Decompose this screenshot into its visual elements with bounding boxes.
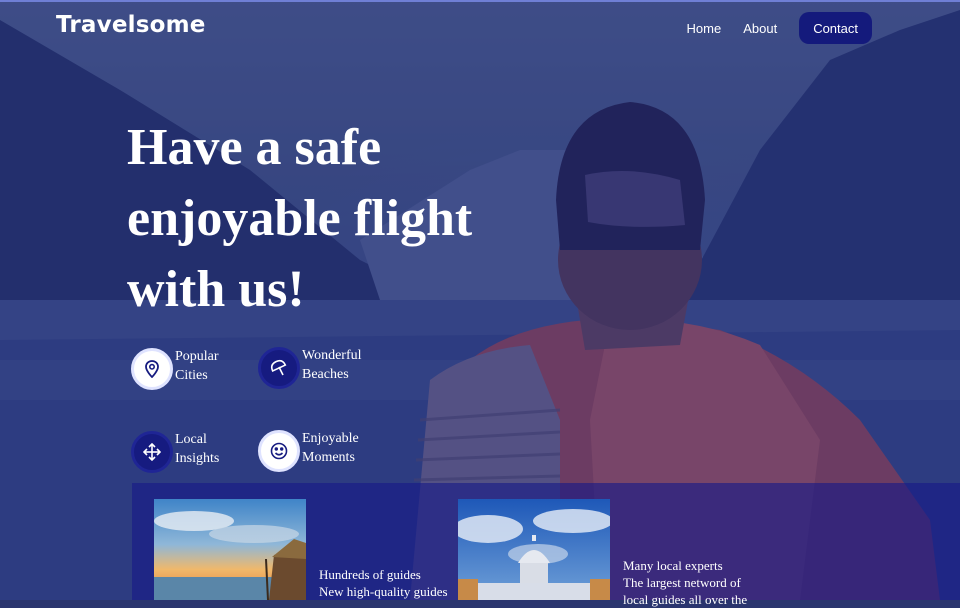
- feature-label-line: Insights: [175, 451, 220, 466]
- hero-headline: Have a safe enjoyable flight with us!: [127, 112, 527, 325]
- feature-wonderful-beaches[interactable]: Wonderful Beaches: [258, 347, 392, 389]
- feature-popular-cities[interactable]: Popular Cities: [131, 348, 265, 390]
- caption-line: Hundreds of guides: [319, 567, 421, 582]
- main-nav: Home About Contact: [687, 12, 872, 44]
- map-pin-icon: [131, 348, 173, 390]
- feature-label-line: Wonderful: [302, 348, 362, 363]
- feature-label-line: Enjoyable: [302, 431, 359, 446]
- feature-label: Popular Cities: [175, 347, 265, 385]
- card-2-caption: Many local experts The largest netword o…: [623, 557, 747, 608]
- feature-label-line: Popular: [175, 349, 219, 364]
- top-border: [0, 0, 960, 2]
- caption-line: The largest netword of: [623, 575, 741, 590]
- nav-about-link[interactable]: About: [743, 21, 777, 36]
- headline-line-1: Have a safe: [127, 119, 382, 176]
- move-arrows-icon: [131, 431, 173, 473]
- contact-button[interactable]: Contact: [799, 12, 872, 44]
- smile-icon: [258, 430, 300, 472]
- card-1-caption: Hundreds of guides New high-quality guid…: [319, 566, 448, 600]
- feature-enjoyable-moments[interactable]: Enjoyable Moments: [258, 430, 392, 472]
- feature-local-insights[interactable]: Local Insights: [131, 431, 265, 473]
- capitol-building-image[interactable]: [458, 499, 610, 600]
- feature-label: Enjoyable Moments: [302, 429, 392, 467]
- feature-label: Local Insights: [175, 430, 265, 468]
- feature-label-line: Beaches: [302, 367, 349, 382]
- caption-line: New high-quality guides: [319, 584, 448, 599]
- feature-label-line: Local: [175, 432, 207, 447]
- umbrella-icon: [258, 347, 300, 389]
- caption-line: Many local experts: [623, 558, 723, 573]
- nav-home-link[interactable]: Home: [687, 21, 722, 36]
- headline-line-2: enjoyable flight: [127, 190, 473, 247]
- beach-sunset-image[interactable]: [154, 499, 306, 600]
- feature-label-line: Cities: [175, 368, 208, 383]
- brand-logo[interactable]: Travelsome: [56, 12, 206, 38]
- headline-line-3: with us!: [127, 261, 305, 318]
- feature-label: Wonderful Beaches: [302, 346, 392, 384]
- feature-label-line: Moments: [302, 450, 355, 465]
